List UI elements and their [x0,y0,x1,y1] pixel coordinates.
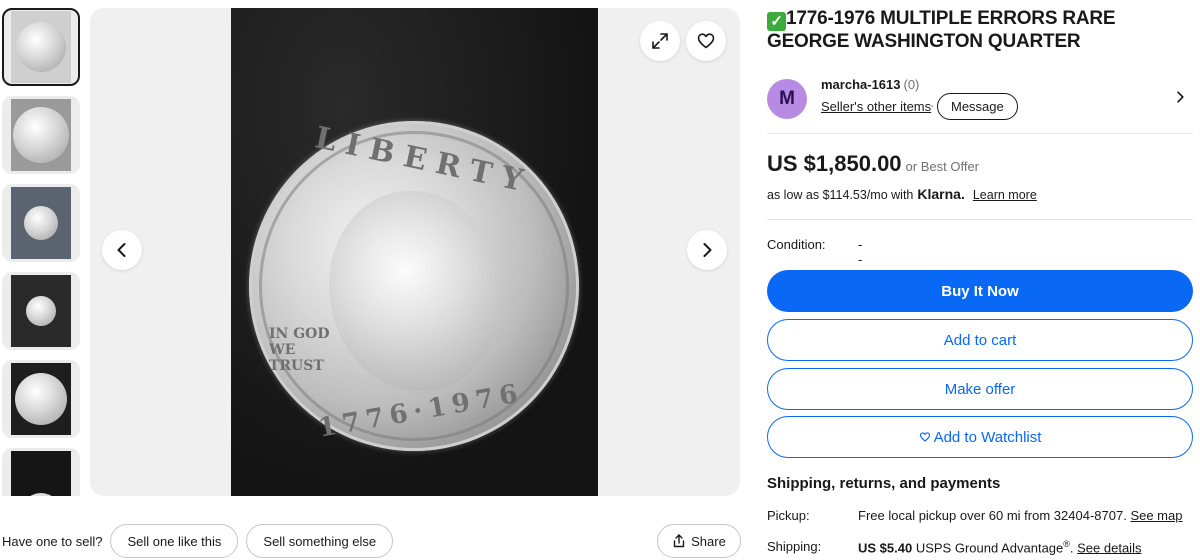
heart-icon [697,33,715,49]
seller-name[interactable]: marcha-1613 (0) [821,77,919,92]
listing-panel: ✓ 1776-1976 MULTIPLE ERRORS RARE GEORGE W… [767,8,1193,555]
coin-trust-text: IN GOD WE TRUST [269,326,330,374]
watchlist-label: Add to Watchlist [933,428,1042,446]
divider [767,133,1193,134]
seller-card: M marcha-1613 (0) Seller's other items · … [767,74,1193,130]
avatar[interactable]: M [767,79,807,119]
sell-one-like-this-button[interactable]: Sell one like this [110,524,239,558]
thumbnail-2[interactable] [2,96,80,174]
registered-mark: ® [1063,539,1070,549]
shipping-value: US $5.40 USPS Ground Advantage®. See det… [858,539,1142,556]
price: US $1,850.00 [767,151,902,176]
add-to-watchlist-button[interactable]: Add to Watchlist [767,416,1193,458]
seller-score: (0) [903,77,920,92]
divider [767,219,1193,220]
seller-expand-button[interactable] [1167,84,1193,110]
thumbnail-image [11,187,71,259]
pickup-value: Free local pickup over 60 mi from 32404-… [858,508,1183,523]
share-button[interactable]: Share [657,524,741,558]
chevron-left-icon [117,243,126,257]
heart-icon [919,432,930,442]
share-label: Share [691,533,726,549]
watch-heart-button[interactable] [686,21,726,61]
thumbnail-4[interactable] [2,272,80,350]
coin-photo[interactable]: LIBERTY IN GOD WE TRUST 1776·1976 [231,8,598,496]
expand-image-button[interactable] [640,21,680,61]
buy-it-now-button[interactable]: Buy It Now [767,270,1193,312]
best-offer-label: or Best Offer [905,159,980,174]
see-map-link[interactable]: See map [1130,508,1182,523]
condition-row: Condition: -- [767,237,862,267]
next-image-button[interactable] [687,230,727,270]
learn-more-link[interactable]: Learn more [973,188,1037,202]
thumbnail-image [11,11,71,83]
check-mark-icon: ✓ [767,12,786,31]
thumbnail-1[interactable] [2,8,80,86]
condition-label: Condition: [767,237,826,252]
make-offer-button[interactable]: Make offer [767,368,1193,410]
sellers-other-items-link[interactable]: Seller's other items [821,99,931,114]
condition-value: -- [858,237,863,267]
see-details-link[interactable]: See details [1077,540,1141,555]
coin-image: LIBERTY IN GOD WE TRUST 1776·1976 [249,120,579,451]
add-to-cart-button[interactable]: Add to cart [767,319,1193,361]
chevron-right-icon [1177,91,1184,103]
klarna-financing: as low as $114.53/mo with Klarna. Learn mo… [767,186,1037,202]
sell-prompt: Have one to sell? [2,533,103,549]
sell-something-else-button[interactable]: Sell something else [246,524,394,558]
thumbnail-strip [2,8,82,496]
expand-icon [652,33,668,49]
shipping-service: USPS Ground Advantage [915,540,1064,556]
previous-image-button[interactable] [102,230,142,270]
share-icon [673,534,685,548]
shipping-heading: Shipping, returns, and payments [767,475,1001,492]
main-image-viewer: LIBERTY IN GOD WE TRUST 1776·1976 [90,8,740,496]
shipping-price: US $5.40 [858,540,913,556]
sell-bar: Have one to sell? Sell one like this Sel… [2,524,401,558]
thumbnail-3[interactable] [2,184,80,262]
shipping-label: Shipping: [767,539,822,554]
pickup-label: Pickup: [767,508,810,523]
listing-title: ✓ 1776-1976 MULTIPLE ERRORS RARE GEORGE W… [767,8,1116,52]
separator-dot: · [930,98,935,113]
thumbnail-image [11,275,71,347]
klarna-logo: Klarna. [917,186,965,202]
thumbnail-6[interactable] [2,448,80,496]
thumbnail-image [11,99,71,171]
price-row: US $1,850.00 or Best Offer [767,151,979,177]
message-button[interactable]: Message [937,93,1018,120]
klarna-prefix: as low as $114.53/mo with [767,188,914,202]
thumbnail-image [11,363,71,435]
thumbnail-5[interactable] [2,360,80,438]
chevron-right-icon [703,243,712,257]
thumbnail-image [11,451,71,496]
